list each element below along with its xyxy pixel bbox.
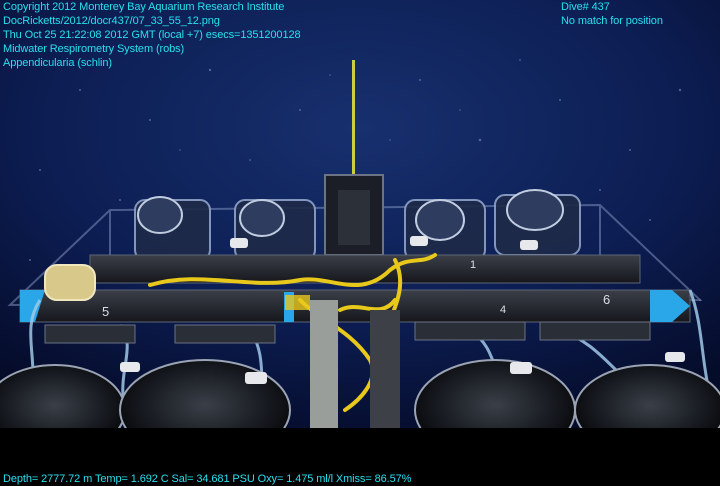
chamber-label: 6 <box>603 292 610 307</box>
position-status: No match for position <box>561 15 663 27</box>
copyright-line: Copyright 2012 Monterey Bay Aquarium Res… <box>3 1 285 13</box>
chamber-label: 5 <box>102 304 109 319</box>
equipment-line: Midwater Respirometry System (robs) <box>3 43 185 55</box>
timestamp-line: Thu Oct 25 21:22:08 2012 GMT (local +7) … <box>3 29 301 41</box>
image-path-line: DocRicketts/2012/docr437/07_33_55_12.png <box>3 15 220 27</box>
metadata-top-left: Copyright 2012 Monterey Bay Aquarium Res… <box>3 0 301 70</box>
organism-line: Appendicularia (schlin) <box>3 57 112 69</box>
chamber-label: 1 <box>470 259 476 271</box>
dive-number: Dive# 437 <box>561 1 610 13</box>
metadata-top-right: Dive# 437 No match for position <box>561 0 663 28</box>
camera-frame: 5 6 1 4 Copyright 2012 Monterey Bay Aqua… <box>0 0 720 486</box>
chamber-label: 4 <box>500 304 506 316</box>
sensor-readout: Depth= 2777.72 m Temp= 1.692 C Sal= 34.6… <box>3 473 412 485</box>
